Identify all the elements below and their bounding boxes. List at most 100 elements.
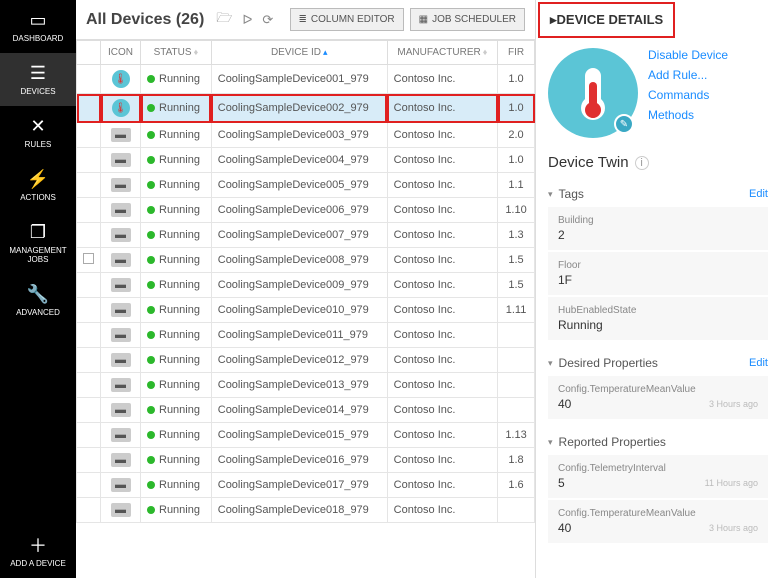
device-grid[interactable]: ICON STATUS♦ DEVICE ID▴ MANUFACTURER♦ FI…: [76, 40, 535, 578]
actions-icon: ⚡: [27, 169, 49, 189]
status-dot: [147, 456, 155, 464]
folder-icon[interactable]: 🗁: [214, 9, 234, 31]
table-row[interactable]: ▬RunningCoolingSampleDevice013_979Contos…: [77, 373, 535, 398]
table-row[interactable]: ▬RunningCoolingSampleDevice008_979Contos…: [77, 248, 535, 273]
details-panel: ▸DEVICE DETAILS ✎ Disable Device Add Rul…: [535, 0, 780, 578]
add-rule-link[interactable]: Add Rule...: [648, 68, 728, 82]
col-checkbox[interactable]: [77, 41, 101, 65]
table-row[interactable]: ▬RunningCoolingSampleDevice005_979Contos…: [77, 173, 535, 198]
device-avatar: ✎: [548, 48, 638, 138]
sidebar-item-rules[interactable]: ✕ RULES: [0, 106, 76, 159]
sidebar-item-actions[interactable]: ⚡ ACTIONS: [0, 159, 76, 212]
row-checkbox[interactable]: [83, 253, 94, 264]
filter-icon[interactable]: ᐅ: [240, 12, 254, 28]
thermometer-icon: 🌡: [112, 70, 130, 88]
table-row[interactable]: ▬RunningCoolingSampleDevice007_979Contos…: [77, 223, 535, 248]
table-row[interactable]: ▬RunningCoolingSampleDevice011_979Contos…: [77, 323, 535, 348]
table-row[interactable]: ▬RunningCoolingSampleDevice004_979Contos…: [77, 148, 535, 173]
table-row[interactable]: ▬RunningCoolingSampleDevice014_979Contos…: [77, 398, 535, 423]
sidebar-label: DASHBOARD: [13, 34, 64, 43]
sidebar-label: RULES: [25, 140, 52, 149]
status-dot: [147, 481, 155, 489]
property-value: 1F: [558, 273, 758, 287]
status-dot: [147, 256, 155, 264]
reported-panel: ▾ Reported Properties Config.TelemetryIn…: [536, 425, 780, 549]
col-manufacturer[interactable]: MANUFACTURER♦: [387, 41, 497, 65]
action-links: Disable Device Add Rule... Commands Meth…: [648, 48, 728, 138]
desired-panel: ▾ Desired Properties Edit Config.Tempera…: [536, 346, 780, 425]
plus-icon: ＋: [29, 535, 47, 555]
tags-header[interactable]: ▾ Tags Edit: [548, 181, 768, 207]
thermometer-icon: 🌡: [112, 99, 130, 117]
col-icon[interactable]: ICON: [101, 41, 141, 65]
tags-edit-link[interactable]: Edit: [749, 188, 768, 200]
status-dot: [147, 306, 155, 314]
property-key: Config.TelemetryInterval: [558, 463, 758, 474]
refresh-icon[interactable]: ⟳: [260, 12, 275, 28]
table-row[interactable]: ▬RunningCoolingSampleDevice003_979Contos…: [77, 123, 535, 148]
property-key: HubEnabledState: [558, 305, 758, 316]
sidebar-item-advanced[interactable]: 🔧 ADVANCED: [0, 274, 76, 327]
timestamp: 3 Hours ago: [709, 399, 758, 409]
status-dot: [147, 431, 155, 439]
chevron-down-icon: ▾: [548, 358, 553, 369]
sidebar-label: ACTIONS: [20, 193, 56, 202]
device-icon: ▬: [111, 453, 131, 467]
sidebar-label: MANAGEMENT JOBS: [2, 246, 74, 264]
edit-icon[interactable]: ✎: [614, 114, 634, 134]
device-icon: ▬: [111, 278, 131, 292]
table-row[interactable]: ▬RunningCoolingSampleDevice016_979Contos…: [77, 448, 535, 473]
status-dot: [147, 356, 155, 364]
sidebar: ▭ DASHBOARD ☰ DEVICES ✕ RULES ⚡ ACTIONS …: [0, 0, 76, 578]
table-row[interactable]: ▬RunningCoolingSampleDevice017_979Contos…: [77, 473, 535, 498]
reported-header[interactable]: ▾ Reported Properties: [548, 429, 768, 455]
timestamp: 11 Hours ago: [705, 478, 758, 488]
table-row[interactable]: ▬RunningCoolingSampleDevice015_979Contos…: [77, 423, 535, 448]
timestamp: 3 Hours ago: [709, 523, 758, 533]
sidebar-item-dashboard[interactable]: ▭ DASHBOARD: [0, 0, 76, 53]
device-icon: ▬: [111, 328, 131, 342]
sidebar-item-devices[interactable]: ☰ DEVICES: [0, 53, 76, 106]
desired-header[interactable]: ▾ Desired Properties Edit: [548, 350, 768, 376]
sidebar-label: DEVICES: [20, 87, 55, 96]
status-dot: [147, 406, 155, 414]
status-dot: [147, 206, 155, 214]
table-row[interactable]: ▬RunningCoolingSampleDevice006_979Contos…: [77, 198, 535, 223]
col-status[interactable]: STATUS♦: [141, 41, 212, 65]
table-header-row: ICON STATUS♦ DEVICE ID▴ MANUFACTURER♦ FI…: [77, 41, 535, 65]
sidebar-item-add-device[interactable]: ＋ ADD A DEVICE: [0, 525, 76, 578]
property-key: Config.TemperatureMeanValue: [558, 508, 758, 519]
device-icon: ▬: [111, 503, 131, 517]
status-dot: [147, 231, 155, 239]
table-row[interactable]: 🌡RunningCoolingSampleDevice001_979Contos…: [77, 65, 535, 94]
sidebar-item-mgmt-jobs[interactable]: ❐ MANAGEMENT JOBS: [0, 212, 76, 274]
property-key: Config.TemperatureMeanValue: [558, 384, 758, 395]
table-row[interactable]: 🌡RunningCoolingSampleDevice002_979Contos…: [77, 94, 535, 123]
device-icon: ▬: [111, 153, 131, 167]
sidebar-label: ADVANCED: [16, 308, 60, 317]
table-row[interactable]: ▬RunningCoolingSampleDevice018_979Contos…: [77, 498, 535, 523]
column-editor-button[interactable]: ≣ COLUMN EDITOR: [290, 8, 404, 31]
device-icon: ▬: [111, 253, 131, 267]
device-icon: ▬: [111, 303, 131, 317]
commands-link[interactable]: Commands: [648, 88, 728, 102]
status-dot: [147, 281, 155, 289]
chevron-down-icon: ▾: [548, 437, 553, 448]
device-twin-title: Device Twin i: [536, 144, 780, 177]
col-device-id[interactable]: DEVICE ID▴: [211, 41, 387, 65]
desired-edit-link[interactable]: Edit: [749, 357, 768, 369]
table-row[interactable]: ▬RunningCoolingSampleDevice010_979Contos…: [77, 298, 535, 323]
wrench-icon: 🔧: [27, 284, 49, 304]
disable-device-link[interactable]: Disable Device: [648, 48, 728, 62]
table-row[interactable]: ▬RunningCoolingSampleDevice009_979Contos…: [77, 273, 535, 298]
methods-link[interactable]: Methods: [648, 108, 728, 122]
info-icon[interactable]: i: [635, 156, 649, 170]
status-dot: [147, 331, 155, 339]
table-row[interactable]: ▬RunningCoolingSampleDevice012_979Contos…: [77, 348, 535, 373]
device-icon: ▬: [111, 203, 131, 217]
property-item: Floor1F: [548, 252, 768, 295]
job-scheduler-button[interactable]: ▦ JOB SCHEDULER: [410, 8, 525, 31]
col-firmware[interactable]: FIR: [498, 41, 535, 65]
status-dot: [147, 506, 155, 514]
device-icon: ▬: [111, 178, 131, 192]
